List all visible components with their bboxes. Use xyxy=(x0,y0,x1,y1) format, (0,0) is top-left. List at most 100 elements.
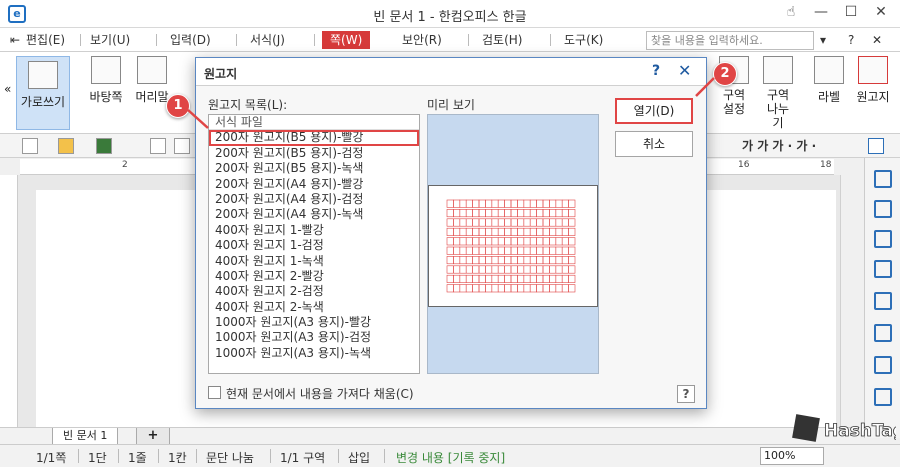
zoom-select[interactable]: 100% xyxy=(760,447,824,465)
print-icon[interactable] xyxy=(150,138,166,154)
grid-cell xyxy=(491,218,499,227)
open-button[interactable]: 열기(D) xyxy=(615,98,693,124)
menu-collapse-icon[interactable]: ⇤ xyxy=(10,31,20,49)
grid-cell xyxy=(446,256,454,265)
grid-cell xyxy=(485,237,493,246)
play-panel-icon[interactable] xyxy=(874,324,892,342)
list-item[interactable]: 200자 원고지(B5 용지)-빨강 xyxy=(209,130,419,146)
dialog-help-button[interactable]: ? xyxy=(677,385,695,403)
horizontal-writing-button[interactable]: 가로쓰기 xyxy=(16,56,70,130)
list-item[interactable]: 200자 원고지(A4 용지)-녹색 xyxy=(209,207,419,222)
grid-cell xyxy=(561,199,569,208)
bookmark-panel-icon[interactable] xyxy=(874,388,892,406)
list-item[interactable]: 1000자 원고지(A3 용지)-빨강 xyxy=(209,315,419,330)
ribbon-collapse-icon[interactable]: « xyxy=(4,82,11,96)
list-panel-icon[interactable] xyxy=(874,200,892,218)
pin-icon[interactable]: ☝ xyxy=(776,4,806,24)
document-tab[interactable]: 빈 문서 1 xyxy=(52,428,119,445)
menu-separator xyxy=(468,34,469,46)
manuscript-listbox[interactable]: 서식 파일 200자 원고지(B5 용지)-빨강 200자 원고지(B5 용지)… xyxy=(208,114,420,374)
menu-page[interactable]: 쪽(W) xyxy=(322,31,371,49)
minimize-button[interactable]: — xyxy=(806,4,836,24)
open-folder-icon[interactable] xyxy=(58,138,74,154)
grid-cell xyxy=(478,284,486,293)
grid-cell xyxy=(523,265,531,274)
clipboard-panel-icon[interactable] xyxy=(874,292,892,310)
menu-insert[interactable]: 입력(D) xyxy=(170,31,211,49)
status-track-changes[interactable]: 변경 내용 [기록 중지] xyxy=(396,449,505,466)
menu-view[interactable]: 보기(U) xyxy=(90,31,130,49)
grid-cell xyxy=(472,209,480,218)
list-item[interactable]: 400자 원고지 1-녹색 xyxy=(209,254,419,269)
master-page-button[interactable]: 바탕쪽 xyxy=(86,56,126,105)
list-item[interactable]: 200자 원고지(B5 용지)-검정 xyxy=(209,146,419,161)
ribbon-close-icon[interactable]: ✕ xyxy=(872,31,882,49)
fill-content-checkbox[interactable] xyxy=(208,386,221,399)
text-panel-icon[interactable] xyxy=(874,356,892,374)
vertical-scrollbar[interactable] xyxy=(840,175,860,427)
grid-cell xyxy=(517,227,525,236)
grid-cell xyxy=(529,237,537,246)
menu-edit[interactable]: 편집(E) xyxy=(26,31,65,49)
grid-cell xyxy=(549,227,557,236)
menu-security[interactable]: 보안(R) xyxy=(402,31,442,49)
maximize-button[interactable]: ☐ xyxy=(836,4,866,24)
dialog-close-icon[interactable]: ✕ xyxy=(678,61,691,80)
grid-cell xyxy=(504,256,512,265)
list-item[interactable]: 400자 원고지 1-검정 xyxy=(209,238,419,253)
style-panel-icon[interactable] xyxy=(874,170,892,188)
grid-cell xyxy=(491,246,499,255)
horizontal-writing-label: 가로쓰기 xyxy=(20,95,66,109)
toolbar-more-icon[interactable] xyxy=(868,138,884,154)
list-item[interactable]: 200자 원고지(A4 용지)-검정 xyxy=(209,192,419,207)
grid-cell xyxy=(523,209,531,218)
close-button[interactable]: ✕ xyxy=(866,4,896,24)
grid-cell xyxy=(465,227,473,236)
list-item[interactable]: 1000자 원고지(A3 용지)-검정 xyxy=(209,330,419,345)
manuscript-button[interactable]: 원고지 xyxy=(850,56,896,105)
grid-cell xyxy=(453,256,461,265)
list-item[interactable]: 200자 원고지(A4 용지)-빨강 xyxy=(209,177,419,192)
grid-cell xyxy=(453,274,461,283)
search-dropdown-icon[interactable]: ▾ xyxy=(820,31,826,49)
grid-cell xyxy=(510,218,518,227)
dialog-help-icon[interactable]: ? xyxy=(652,63,660,79)
grid-cell xyxy=(453,209,461,218)
grid-cell xyxy=(472,227,480,236)
preview-icon[interactable] xyxy=(174,138,190,154)
ruler-number: 2 xyxy=(122,160,128,170)
help-icon[interactable]: ? xyxy=(848,31,854,49)
add-tab-button[interactable]: + xyxy=(136,428,170,445)
font-style-strip[interactable]: 가 가 가 · 가 · xyxy=(742,137,816,154)
cancel-button[interactable]: 취소 xyxy=(615,131,693,157)
section-split-button[interactable]: 구역 나누기 xyxy=(756,56,800,130)
header-button[interactable]: 머리말 xyxy=(130,56,174,105)
grid-cell xyxy=(561,274,569,283)
horizontal-writing-icon xyxy=(28,61,58,89)
list-item[interactable]: 200자 원고지(B5 용지)-녹색 xyxy=(209,161,419,176)
list-item[interactable]: 400자 원고지 2-빨강 xyxy=(209,269,419,284)
grid-cell xyxy=(517,218,525,227)
grid-cell xyxy=(555,284,563,293)
quick-panel-icon[interactable] xyxy=(874,230,892,248)
list-item[interactable]: 1000자 원고지(A3 용지)-녹색 xyxy=(209,346,419,361)
menu-tools[interactable]: 도구(K) xyxy=(564,31,603,49)
grid-cell xyxy=(523,284,531,293)
grid-cell xyxy=(549,199,557,208)
menu-review[interactable]: 검토(H) xyxy=(482,31,522,49)
menu-format[interactable]: 서식(J) xyxy=(250,31,285,49)
document-panel-icon[interactable] xyxy=(874,260,892,278)
new-document-icon[interactable] xyxy=(22,138,38,154)
save-icon[interactable] xyxy=(96,138,112,154)
grid-cell xyxy=(510,246,518,255)
status-mode[interactable]: 삽입 xyxy=(348,449,370,466)
vertical-ruler[interactable] xyxy=(0,175,18,427)
search-input[interactable]: 찾을 내용을 입력하세요. xyxy=(646,31,814,50)
list-item[interactable]: 400자 원고지 2-검정 xyxy=(209,284,419,299)
grid-cell xyxy=(542,237,550,246)
list-item[interactable]: 400자 원고지 1-빨강 xyxy=(209,223,419,238)
label-button[interactable]: 라벨 xyxy=(810,56,848,105)
grid-cell xyxy=(523,227,531,236)
grid-cell xyxy=(453,284,461,293)
list-item[interactable]: 400자 원고지 2-녹색 xyxy=(209,300,419,315)
